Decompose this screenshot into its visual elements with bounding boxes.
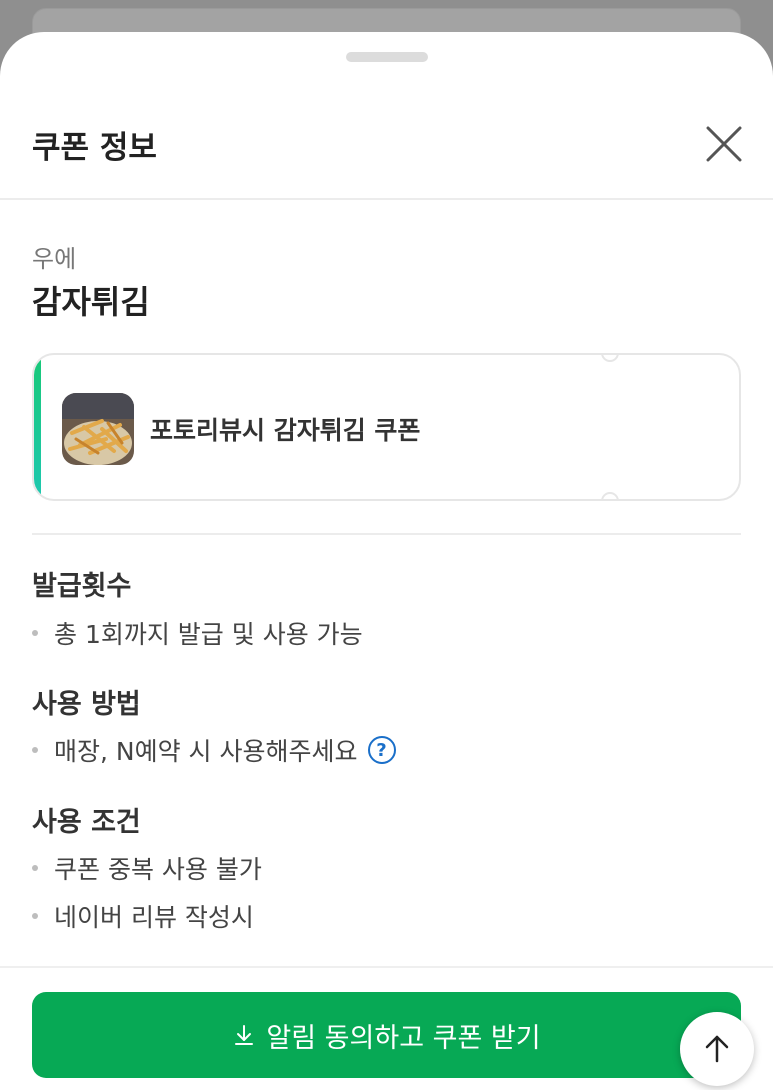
bullet-dot: [32, 865, 38, 871]
bullet-dot: [32, 747, 38, 753]
bullet-text: 네이버 리뷰 작성시: [54, 903, 254, 932]
coupon-bottom-sheet: 쿠폰 정보 우에 감자튀김 포토리뷰시 감자튀김 쿠폰 발급횟수 총 1회까지 …: [0, 32, 773, 1090]
section-divider: [32, 533, 741, 535]
list-item: 매장, N예약 시 사용해주세요 ?: [32, 732, 396, 768]
get-coupon-label: 알림 동의하고 쿠폰 받기: [266, 1022, 541, 1054]
bullet-text: 총 1회까지 발급 및 사용 가능: [54, 620, 363, 649]
footer-divider: [0, 966, 773, 968]
store-name: 우에: [32, 245, 77, 273]
ticket-notch-bottom: [601, 492, 619, 499]
section-heading-issue-count: 발급횟수: [32, 571, 132, 602]
section-heading-usage-method: 사용 방법: [32, 689, 141, 720]
bullet-text: 쿠폰 중복 사용 불가: [54, 855, 262, 884]
close-icon: [706, 126, 742, 162]
close-button[interactable]: [702, 122, 746, 166]
sheet-title: 쿠폰 정보: [32, 130, 157, 166]
french-fries-photo: [62, 393, 134, 465]
download-icon: [232, 1023, 256, 1047]
drag-handle[interactable]: [346, 52, 428, 62]
question-icon[interactable]: ?: [367, 736, 396, 764]
bullet-text: 매장, N예약 시 사용해주세요: [54, 737, 358, 766]
item-name: 감자튀김: [32, 283, 150, 321]
bullet-dot: [32, 913, 38, 919]
coupon-title: 포토리뷰시 감자튀김 쿠폰: [150, 416, 421, 445]
arrow-up-icon: [705, 1035, 729, 1063]
ticket-notch-top: [601, 355, 619, 362]
get-coupon-button[interactable]: 알림 동의하고 쿠폰 받기: [32, 992, 741, 1078]
list-item: 총 1회까지 발급 및 사용 가능: [32, 615, 363, 651]
coupon-accent-bar: [34, 355, 41, 499]
section-heading-usage-conditions: 사용 조건: [32, 807, 141, 838]
coupon-card[interactable]: 포토리뷰시 감자튀김 쿠폰: [32, 353, 741, 501]
bullet-dot: [32, 630, 38, 636]
scroll-top-button[interactable]: [680, 1012, 754, 1086]
list-item: 쿠폰 중복 사용 불가: [32, 850, 262, 886]
sheet-header: 쿠폰 정보: [0, 92, 773, 200]
list-item: 네이버 리뷰 작성시: [32, 898, 254, 934]
